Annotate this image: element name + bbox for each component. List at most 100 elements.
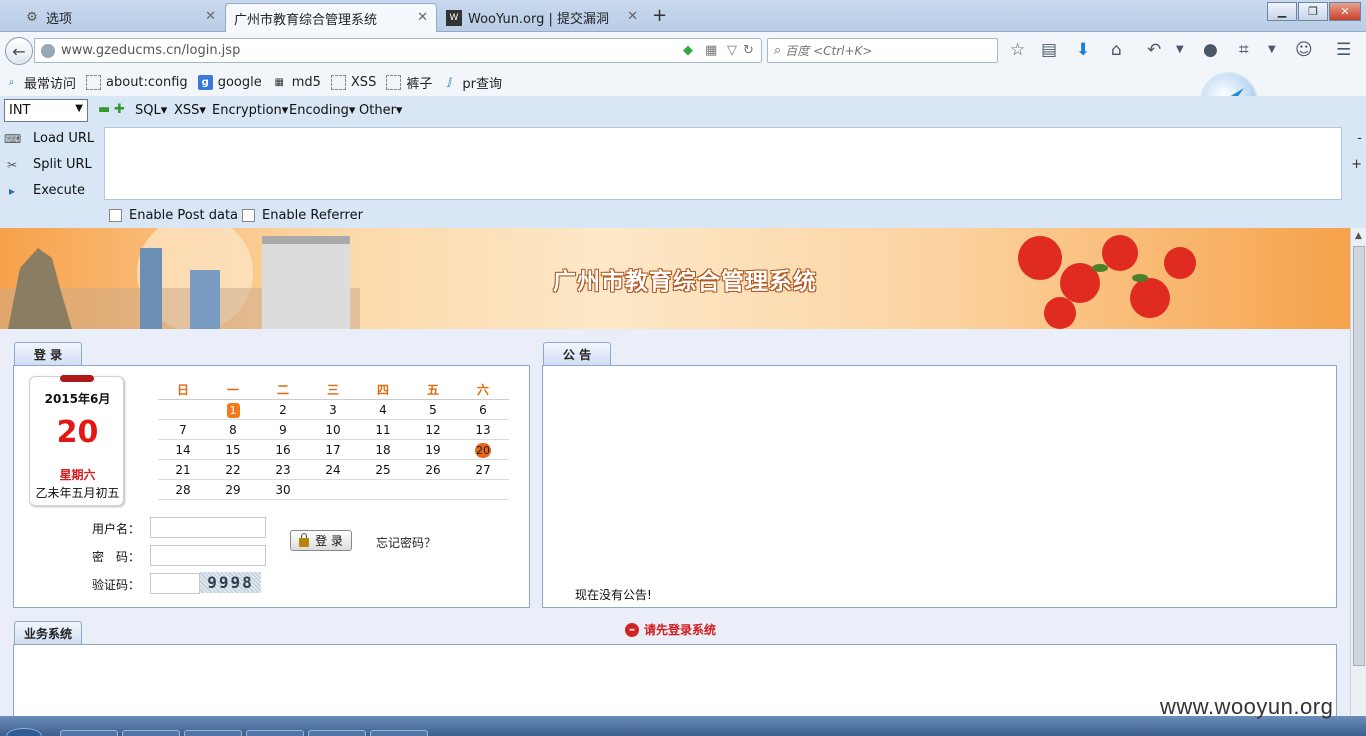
load-url-icon: ⌨ — [4, 131, 22, 146]
tab-label: WooYun.org | 提交漏洞 — [468, 12, 610, 27]
search-input[interactable] — [785, 43, 976, 58]
grid-icon: ▦ — [274, 76, 284, 88]
date-card: 2015年6月 20 星期六 乙未年五月初五 — [29, 375, 124, 506]
bookmark-xss[interactable]: XSS — [330, 74, 376, 90]
load-url-button[interactable]: ⌨ Load URL — [4, 131, 94, 146]
bookmark-label: google — [217, 74, 262, 90]
page-icon — [386, 74, 402, 90]
shield-icon[interactable]: ◆ — [683, 43, 693, 58]
minimize-icon[interactable]: ▁ — [1267, 2, 1297, 21]
bookmark-about-config[interactable]: about:config — [86, 74, 188, 90]
calendar-day: 30 — [275, 483, 291, 497]
login-button-label: 登 录 — [315, 534, 343, 548]
start-button[interactable] — [6, 728, 42, 736]
type-select[interactable]: INT ▼ — [4, 99, 88, 122]
close-icon[interactable]: ✕ — [205, 9, 216, 24]
taskbar-item[interactable] — [60, 730, 118, 736]
tab-options[interactable]: ⚙ 选项 ✕ — [16, 3, 224, 32]
taskbar-item[interactable] — [308, 730, 366, 736]
menu-encryption[interactable]: Encryption▾ — [212, 103, 288, 118]
forgot-password-link[interactable]: 忘记密码？ — [376, 534, 436, 551]
weekday-header: 四 — [376, 383, 389, 397]
split-url-label: Split URL — [33, 157, 92, 172]
menu-icon[interactable]: ☰ — [1336, 40, 1351, 60]
reload-icon[interactable]: ↻ — [743, 43, 754, 58]
chat-icon[interactable]: ● — [1203, 40, 1218, 60]
calendar-day: 29 — [225, 483, 241, 497]
notice-text: 现在没有公告! — [575, 588, 652, 602]
home-icon[interactable]: ⌂ — [1111, 40, 1122, 60]
menu-sql[interactable]: SQL▾ — [135, 103, 167, 118]
tab-wooyun[interactable]: W WooYun.org | 提交漏洞 ✕ — [438, 3, 646, 32]
today-highlight: 20 — [475, 443, 491, 458]
taskbar-item[interactable] — [370, 730, 428, 736]
menu-other[interactable]: Other▾ — [359, 103, 402, 118]
undo-icon[interactable]: ↶ — [1147, 40, 1161, 60]
tab-strip: ⚙ 选项 ✕ 广州市教育综合管理系统 ✕ W WooYun.org | 提交漏洞… — [0, 0, 1366, 32]
calendar-week: 28 29 30 — [158, 480, 509, 500]
menu-encoding[interactable]: Encoding▾ — [289, 103, 355, 118]
bookmark-pr-query[interactable]: ⅉ pr查询 — [442, 73, 502, 92]
calendar-day: 5 — [429, 403, 437, 417]
dropdown-arrow-icon[interactable]: ▽ — [727, 43, 737, 58]
calendar-day: 6 — [479, 403, 487, 417]
calendar-day: 4 — [379, 403, 387, 417]
smiley-icon[interactable]: ☺ — [1295, 40, 1313, 60]
captcha-image[interactable]: 9998 — [200, 572, 261, 593]
new-tab-icon[interactable]: + — [652, 5, 667, 26]
shrink-icon[interactable]: - — [1357, 131, 1362, 146]
enable-referrer-checkbox[interactable]: Enable Referrer — [242, 208, 363, 223]
calendar-day: 21 — [175, 463, 191, 477]
tab-login[interactable]: 登 录 — [14, 342, 82, 366]
split-url-button[interactable]: ✂ Split URL — [4, 157, 92, 172]
tab-business[interactable]: 业务系统 — [14, 621, 82, 645]
restore-icon[interactable]: ❐ — [1298, 2, 1328, 21]
tab-gzeducms[interactable]: 广州市教育综合管理系统 ✕ — [225, 3, 437, 32]
back-arrow-icon[interactable]: ← — [5, 37, 33, 65]
captcha-input[interactable] — [150, 573, 200, 594]
bookmark-google[interactable]: g google — [197, 74, 262, 90]
weekday-header: 六 — [476, 383, 489, 397]
decrease-icon[interactable]: ▬ — [98, 102, 110, 117]
scroll-up-icon[interactable]: ▲ — [1355, 231, 1362, 241]
tab-notice[interactable]: 公 告 — [543, 342, 611, 366]
undo-dropdown-icon[interactable]: ▼ — [1176, 44, 1184, 55]
star-icon[interactable]: ☆ — [1010, 40, 1025, 60]
page-icon — [330, 74, 346, 90]
menu-xss[interactable]: XSS▾ — [174, 103, 206, 118]
login-button[interactable]: 登 录 — [290, 530, 352, 551]
watermark: www.wooyun.org — [1160, 694, 1334, 719]
globe-icon — [41, 43, 55, 58]
window-close-icon[interactable]: ✕ — [1329, 2, 1361, 21]
close-icon[interactable]: ✕ — [417, 10, 428, 25]
qr-code-icon[interactable]: ▦ — [705, 43, 717, 58]
calendar-day: 25 — [375, 463, 391, 477]
increase-icon[interactable]: ✚ — [114, 102, 125, 117]
bookmark-most-visited[interactable]: ⌕ 最常访问 — [4, 73, 76, 92]
bookmark-kuzi[interactable]: 裤子 — [386, 73, 432, 92]
search-box[interactable]: ⌕ — [767, 38, 998, 63]
type-select-value: INT — [9, 103, 31, 118]
password-input[interactable] — [150, 545, 266, 566]
business-panel — [13, 644, 1337, 716]
taskbar-item[interactable] — [246, 730, 304, 736]
hackbar-url-textarea[interactable] — [104, 127, 1342, 200]
calendar-day: 28 — [175, 483, 191, 497]
reading-list-icon[interactable]: ▤ — [1041, 40, 1057, 60]
execute-button[interactable]: ▸ Execute — [4, 183, 85, 198]
enable-post-data-checkbox[interactable]: Enable Post data — [109, 208, 238, 223]
taskbar-item[interactable] — [184, 730, 242, 736]
taskbar-item[interactable] — [122, 730, 180, 736]
address-bar[interactable]: www.gzeducms.cn/login.jsp ◆ ▦ ▽ ↻ — [34, 38, 762, 63]
vertical-scrollbar[interactable]: ▲ — [1350, 228, 1366, 716]
calendar-day: 2 — [279, 403, 287, 417]
close-icon[interactable]: ✕ — [627, 9, 638, 24]
username-input[interactable] — [150, 517, 266, 538]
crop-icon[interactable]: ⌗ — [1239, 40, 1249, 60]
crop-dropdown-icon[interactable]: ▼ — [1268, 44, 1276, 55]
execute-label: Execute — [33, 183, 85, 198]
bookmark-md5[interactable]: ▦ md5 — [272, 75, 320, 90]
scrollbar-thumb[interactable] — [1353, 246, 1365, 666]
download-icon[interactable]: ⬇ — [1076, 40, 1090, 60]
expand-icon[interactable]: + — [1351, 157, 1362, 172]
